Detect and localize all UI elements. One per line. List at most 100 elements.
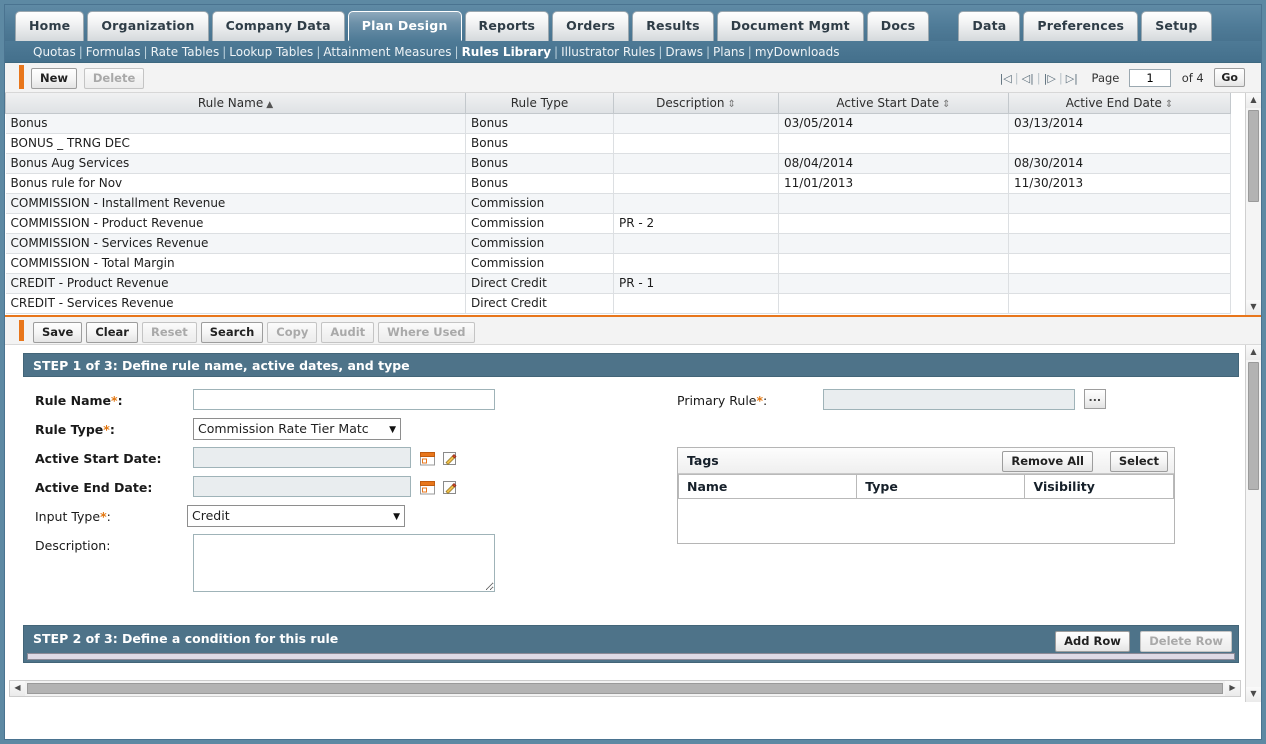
subnav-item-attainment-measures[interactable]: Attainment Measures bbox=[323, 45, 451, 59]
where-used-button[interactable]: Where Used bbox=[378, 322, 475, 343]
sort-ascending-icon[interactable]: ▲ bbox=[263, 100, 273, 110]
tab-orders[interactable]: Orders bbox=[552, 11, 630, 41]
subnav-item-formulas[interactable]: Formulas bbox=[86, 45, 141, 59]
sort-toggle-icon[interactable]: ⇕ bbox=[724, 99, 735, 110]
tab-home[interactable]: Home bbox=[15, 11, 85, 41]
table-row[interactable]: COMMISSION - Product Revenue Commission PR… bbox=[5, 213, 1231, 234]
tags-title: Tags bbox=[687, 453, 719, 468]
tab-reports[interactable]: Reports bbox=[464, 11, 550, 41]
form-vertical-scrollbar[interactable]: ▲ ▼ bbox=[1245, 345, 1261, 702]
grid-header-active-end-date[interactable]: Active End Date ⇕ bbox=[1008, 93, 1231, 114]
form-scroll-thumb[interactable] bbox=[1248, 362, 1259, 490]
primary-rule-browse-button[interactable]: ... bbox=[1083, 389, 1106, 409]
input-type-row: Input Type*: Credit ▼ bbox=[35, 505, 555, 534]
grid-header-description[interactable]: Description ⇕ bbox=[613, 93, 779, 114]
input-type-select[interactable]: Credit ▼ bbox=[187, 505, 405, 527]
go-button[interactable]: Go bbox=[1214, 68, 1245, 87]
horizontal-scroll-thumb[interactable] bbox=[27, 683, 1223, 694]
subnav-separator: | bbox=[454, 45, 459, 59]
table-row[interactable]: CREDIT - Product Revenue Direct Credit PR … bbox=[5, 273, 1231, 294]
primary-rule-input[interactable] bbox=[823, 389, 1075, 410]
subnav-item-quotas[interactable]: Quotas bbox=[33, 45, 76, 59]
cell-description: PR - 2 bbox=[613, 213, 779, 234]
table-row[interactable]: COMMISSION - Installment Revenue Commissi… bbox=[5, 193, 1231, 214]
subnav-item-draws[interactable]: Draws bbox=[665, 45, 703, 59]
step2-header-label: STEP 2 of 3: Define a condition for this… bbox=[33, 631, 339, 646]
table-row[interactable]: Bonus Bonus 03/05/2014 03/13/2014 bbox=[5, 113, 1231, 134]
grid-vertical-scrollbar[interactable]: ▲ ▼ bbox=[1245, 93, 1261, 315]
remove-all-tags-button[interactable]: Remove All bbox=[1002, 451, 1093, 472]
prev-page-icon[interactable]: ◁| bbox=[1020, 72, 1036, 85]
horizontal-scrollbar[interactable]: ◀ ▶ bbox=[9, 680, 1241, 697]
rule-type-select[interactable]: Commission Rate Tier Matc ▼ bbox=[193, 418, 401, 440]
table-row[interactable]: COMMISSION - Total Margin Commission bbox=[5, 253, 1231, 274]
table-row[interactable]: CREDIT - Services Revenue Direct Credit bbox=[5, 293, 1231, 314]
next-page-icon[interactable]: |▷ bbox=[1042, 72, 1058, 85]
active-start-date-control bbox=[193, 447, 458, 468]
copy-button[interactable]: Copy bbox=[267, 322, 318, 343]
sort-toggle-icon[interactable]: ⇕ bbox=[1162, 99, 1173, 110]
subnav-item-lookup-tables[interactable]: Lookup Tables bbox=[229, 45, 313, 59]
scroll-right-icon[interactable]: ▶ bbox=[1225, 681, 1240, 696]
last-page-icon[interactable]: ▷| bbox=[1064, 72, 1080, 85]
sort-toggle-icon[interactable]: ⇕ bbox=[939, 99, 950, 110]
subnav-item-plans[interactable]: Plans bbox=[713, 45, 745, 59]
subnav-item-illustrator-rules[interactable]: Illustrator Rules bbox=[561, 45, 655, 59]
select-tags-button[interactable]: Select bbox=[1109, 451, 1168, 472]
cell-name: CREDIT - Product Revenue bbox=[5, 273, 466, 294]
tab-setup[interactable]: Setup bbox=[1141, 11, 1212, 41]
cell-end bbox=[1008, 193, 1231, 214]
scroll-left-icon[interactable]: ◀ bbox=[10, 681, 25, 696]
page-total-label: of 4 bbox=[1181, 70, 1204, 85]
grid-scroll-thumb[interactable] bbox=[1248, 110, 1259, 202]
cell-start bbox=[778, 233, 1009, 254]
new-button[interactable]: New bbox=[31, 68, 78, 89]
subnav-item-mydownloads[interactable]: myDownloads bbox=[755, 45, 840, 59]
tab-plan-design[interactable]: Plan Design bbox=[347, 11, 462, 41]
scroll-down-icon[interactable]: ▼ bbox=[1246, 687, 1261, 702]
rules-grid-container: Rule Name ▲ Rule Type Description ⇕ Active St… bbox=[5, 93, 1261, 315]
active-start-date-input[interactable] bbox=[193, 447, 411, 468]
table-row[interactable]: Bonus rule for Nov Bonus 11/01/2013 11/30/2… bbox=[5, 173, 1231, 194]
save-button[interactable]: Save bbox=[33, 322, 83, 343]
tab-docs[interactable]: Docs bbox=[866, 11, 930, 41]
subnav-item-rate-tables[interactable]: Rate Tables bbox=[151, 45, 220, 59]
tab-data[interactable]: Data bbox=[958, 11, 1021, 41]
scroll-up-icon[interactable]: ▲ bbox=[1246, 345, 1261, 360]
grid-header-rule-name[interactable]: Rule Name ▲ bbox=[5, 93, 466, 114]
grid-header-row: Rule Name ▲ Rule Type Description ⇕ Active St… bbox=[5, 93, 1231, 114]
edit-pencil-icon[interactable] bbox=[442, 451, 458, 466]
tab-organization[interactable]: Organization bbox=[87, 11, 209, 41]
calendar-icon[interactable] bbox=[419, 480, 435, 495]
table-row[interactable]: Bonus Aug Services Bonus 08/04/2014 08/30/2… bbox=[5, 153, 1231, 174]
tab-company-data[interactable]: Company Data bbox=[211, 11, 345, 41]
scroll-down-icon[interactable]: ▼ bbox=[1246, 300, 1261, 315]
first-page-icon[interactable]: |◁ bbox=[998, 72, 1014, 85]
table-row[interactable]: BONUS _ TRNG DEC Bonus bbox=[5, 133, 1231, 154]
subnav-item-rules-library[interactable]: Rules Library bbox=[462, 45, 551, 59]
calendar-icon[interactable] bbox=[419, 451, 435, 466]
scroll-up-icon[interactable]: ▲ bbox=[1246, 93, 1261, 108]
tags-header-type: Type bbox=[856, 474, 1026, 499]
rule-name-input[interactable] bbox=[193, 389, 495, 410]
step2-condition-scroll-thumb[interactable] bbox=[27, 653, 1235, 660]
delete-row-button[interactable]: Delete Row bbox=[1140, 631, 1232, 652]
step2-section: STEP 2 of 3: Define a condition for this… bbox=[23, 625, 1239, 663]
description-textarea[interactable] bbox=[193, 534, 495, 592]
page-number-input[interactable] bbox=[1129, 68, 1172, 87]
tab-preferences[interactable]: Preferences bbox=[1023, 11, 1139, 41]
add-row-button[interactable]: Add Row bbox=[1055, 631, 1130, 652]
cell-type: Commission bbox=[465, 213, 614, 234]
edit-pencil-icon[interactable] bbox=[442, 480, 458, 495]
active-end-date-input[interactable] bbox=[193, 476, 411, 497]
tab-document-mgmt[interactable]: Document Mgmt bbox=[716, 11, 864, 41]
table-row[interactable]: COMMISSION - Services Revenue Commission bbox=[5, 233, 1231, 254]
audit-button[interactable]: Audit bbox=[321, 322, 375, 343]
delete-button[interactable]: Delete bbox=[83, 68, 145, 89]
search-button[interactable]: Search bbox=[200, 322, 264, 343]
reset-button[interactable]: Reset bbox=[141, 322, 197, 343]
tab-results[interactable]: Results bbox=[632, 11, 714, 41]
grid-header-rule-type[interactable]: Rule Type bbox=[465, 93, 614, 114]
grid-header-active-start-date[interactable]: Active Start Date ⇕ bbox=[778, 93, 1009, 114]
clear-button[interactable]: Clear bbox=[86, 322, 138, 343]
